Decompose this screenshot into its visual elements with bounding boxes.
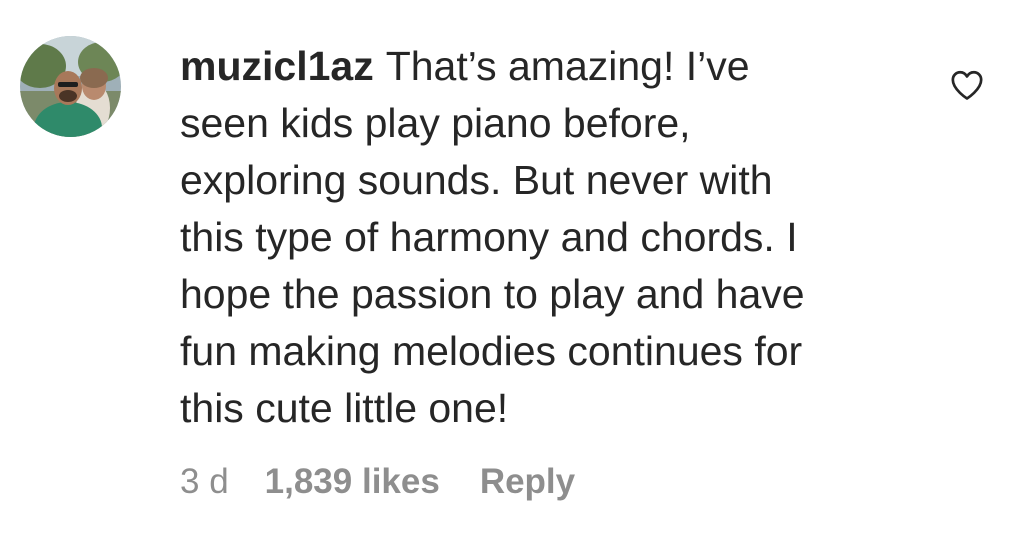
comment-time: 3 d — [180, 462, 229, 501]
comment-item: muzicl1az That’s amazing! I’ve seen kids … — [0, 0, 1024, 560]
comment-body: muzicl1az That’s amazing! I’ve seen kids … — [180, 38, 920, 437]
reply-button[interactable]: Reply — [480, 462, 575, 502]
avatar[interactable] — [20, 36, 121, 137]
heart-outline-icon — [951, 70, 983, 100]
likes-count[interactable]: 1,839 likes — [265, 462, 440, 502]
avatar-photo — [20, 36, 121, 137]
comment-meta: 3 d 1,839 likes Reply — [180, 462, 575, 502]
like-button[interactable] — [946, 64, 988, 106]
comment-username[interactable]: muzicl1az — [180, 43, 374, 89]
comment-text: That’s amazing! I’ve seen kids play pian… — [180, 43, 805, 431]
